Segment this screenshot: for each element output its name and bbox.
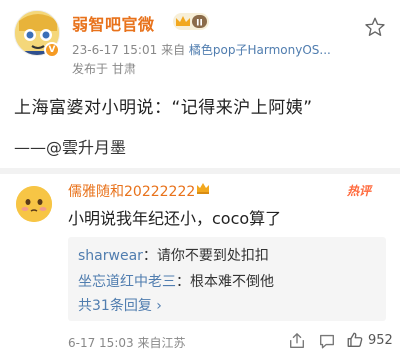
reply-author[interactable]: sharwear xyxy=(78,248,143,264)
more-replies-link[interactable]: 共31条回复 › xyxy=(78,295,162,315)
reply-text: ：请你不要到处扣扣 xyxy=(142,248,269,264)
reply-author[interactable]: 坐忘道红中老三 xyxy=(78,274,176,290)
emoji-face-icon xyxy=(16,186,52,222)
share-icon[interactable] xyxy=(288,332,306,350)
post-device[interactable]: 橘色pop子HarmonyOS... xyxy=(189,43,331,57)
reply-text: ：根本难不倒他 xyxy=(176,274,274,290)
hot-comment-badge: 热评 xyxy=(347,184,372,198)
like-count: 952 xyxy=(368,333,393,348)
verified-icon: V xyxy=(44,42,60,58)
post-meta: 23-6-17 15:01 来自 橘色pop子HarmonyOS... xyxy=(72,41,331,58)
level-crown-icon: II xyxy=(173,13,209,30)
commenter-avatar[interactable] xyxy=(16,186,52,222)
author-name[interactable]: 弱智吧官微 xyxy=(72,11,155,35)
post-source-prefix: 来自 xyxy=(161,43,186,57)
section-divider xyxy=(0,168,400,174)
favorite-star-icon[interactable] xyxy=(364,16,386,38)
post-signature[interactable]: ——@雲升月墨 xyxy=(14,134,126,158)
fan-crown-icon xyxy=(197,183,209,194)
level-badge-label: II xyxy=(196,19,203,29)
comment-time: 6-17 15:03 xyxy=(68,336,134,350)
post-header: V 弱智吧官微 II 23-6-17 15:01 来自 橘色pop子Harmon… xyxy=(0,0,400,80)
reply-item[interactable]: 坐忘道红中老三：根本难不倒他 xyxy=(78,271,274,291)
like-thumb-icon[interactable] xyxy=(346,331,364,349)
reply-item[interactable]: sharwear：请你不要到处扣扣 xyxy=(78,245,269,265)
commenter-name[interactable]: 儒雅随和20222222 xyxy=(68,181,195,201)
comment-text: 小明说我年纪还小，coco算了 xyxy=(68,209,282,228)
comment-icon[interactable] xyxy=(318,332,336,350)
post-text: 上海富婆对小明说：“记得来沪上阿姨” xyxy=(14,98,313,118)
post-location: 发布于 甘肃 xyxy=(72,62,136,76)
comment-meta: 6-17 15:03 来自江苏 xyxy=(68,334,185,351)
comment-location: 来自江苏 xyxy=(137,336,186,350)
reply-box[interactable]: sharwear：请你不要到处扣扣 坐忘道红中老三：根本难不倒他 共31条回复 … xyxy=(68,237,386,321)
post-time: 23-6-17 15:01 xyxy=(72,43,158,57)
